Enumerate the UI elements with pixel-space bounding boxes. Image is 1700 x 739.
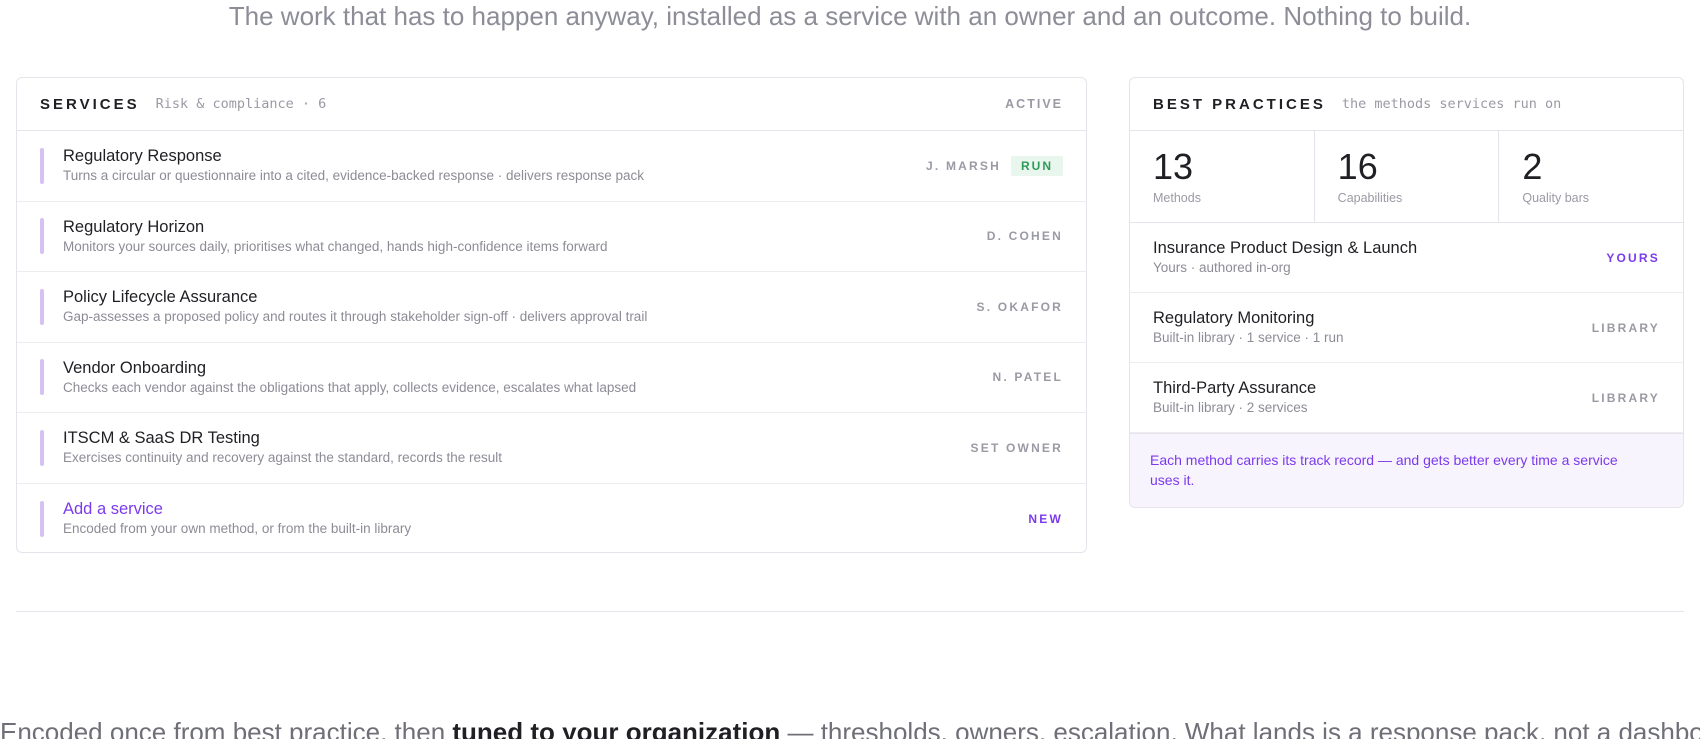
service-row-vendor-onboarding[interactable]: Vendor Onboarding Checks each vendor aga…: [17, 343, 1086, 413]
practices-note: Each method carries its track record — a…: [1130, 433, 1683, 507]
service-row-regulatory-horizon[interactable]: Regulatory Horizon Monitors your sources…: [17, 202, 1086, 272]
practice-tag: YOURS: [1606, 250, 1660, 265]
practice-meta: Yours · authored in-org: [1153, 260, 1291, 275]
practice-meta: Built-in library · 1 service · 1 run: [1153, 330, 1344, 345]
services-subtitle: Risk & compliance · 6: [155, 96, 327, 112]
service-name: Regulatory Horizon: [63, 217, 205, 236]
stat-methods: 13 Methods: [1130, 131, 1315, 222]
service-owner[interactable]: S. OKAFOR: [977, 300, 1063, 314]
service-accent-bar: [40, 288, 44, 325]
run-badge[interactable]: RUN: [1011, 155, 1063, 176]
practice-name: Insurance Product Design & Launch: [1153, 239, 1418, 257]
services-status[interactable]: ACTIVE: [1005, 97, 1063, 111]
practices-header: BEST PRACTICES the methods services run …: [1130, 78, 1683, 131]
service-description: Gap-assesses a proposed policy and route…: [63, 309, 648, 325]
page-tagline: The work that has to happen anyway, inst…: [228, 1, 1472, 31]
bottom-text-before: Encoded once from best practice, then: [0, 717, 453, 739]
practice-name: Regulatory Monitoring: [1153, 309, 1315, 327]
service-owner[interactable]: N. PATEL: [993, 370, 1064, 384]
practice-meta: Built-in library · 2 services: [1153, 400, 1308, 415]
practices-stats: 13 Methods 16 Capabilities 2 Quality bar…: [1130, 131, 1683, 223]
add-service-row[interactable]: Add a service Encoded from your own meth…: [17, 484, 1086, 553]
stat-value: 13: [1153, 146, 1194, 187]
stat-value: 16: [1337, 146, 1378, 187]
service-name: Vendor Onboarding: [63, 358, 207, 377]
service-accent-bar: [40, 500, 44, 537]
best-practices-panel: BEST PRACTICES the methods services run …: [1129, 77, 1684, 508]
service-accent-bar: [40, 218, 44, 255]
service-description: Checks each vendor against the obligatio…: [63, 379, 637, 395]
add-service-link[interactable]: Add a service: [63, 499, 1028, 519]
practice-tag: LIBRARY: [1591, 320, 1660, 335]
stat-label: Capabilities: [1337, 191, 1403, 205]
practices-subtitle: the methods services run on: [1341, 96, 1562, 112]
service-name: Policy Lifecycle Assurance: [63, 288, 258, 307]
service-accent-bar: [40, 147, 44, 184]
bottom-statement: Encoded once from best practice, then tu…: [0, 716, 1700, 739]
service-description: Monitors your sources daily, prioritises…: [63, 238, 608, 254]
service-name: Regulatory Response: [63, 147, 222, 166]
service-accent-bar: [40, 429, 44, 466]
bottom-text-emphasis: tuned to your organization: [452, 717, 781, 739]
bottom-text-after: — thresholds, owners, escalation. What l…: [780, 717, 1700, 739]
service-row-itscm-dr-testing[interactable]: ITSCM & SaaS DR Testing Exercises contin…: [17, 413, 1086, 484]
service-row-regulatory-response[interactable]: Regulatory Response Turns a circular or …: [17, 131, 1086, 202]
service-name: ITSCM & SaaS DR Testing: [63, 429, 260, 448]
service-description: Turns a circular or questionnaire into a…: [63, 168, 645, 184]
service-accent-bar: [40, 359, 44, 396]
practices-title: BEST PRACTICES: [1153, 95, 1326, 113]
services-title: SERVICES: [40, 95, 140, 113]
section-divider: [16, 611, 1684, 612]
service-owner[interactable]: D. COHEN: [987, 229, 1063, 243]
service-description: Encoded from your own method, or from th…: [63, 521, 412, 537]
set-owner-button[interactable]: SET OWNER: [971, 441, 1063, 455]
practice-row-insurance-product[interactable]: Insurance Product Design & Launch Yours …: [1130, 223, 1683, 293]
service-owner[interactable]: J. MARSH: [926, 159, 1001, 173]
service-description: Exercises continuity and recovery agains…: [63, 450, 502, 466]
stat-capabilities: 16 Capabilities: [1315, 131, 1500, 222]
practice-row-third-party-assurance[interactable]: Third-Party Assurance Built-in library ·…: [1130, 363, 1683, 433]
practice-row-regulatory-monitoring[interactable]: Regulatory Monitoring Built-in library ·…: [1130, 293, 1683, 363]
service-row-policy-lifecycle[interactable]: Policy Lifecycle Assurance Gap-assesses …: [17, 272, 1086, 343]
practice-name: Third-Party Assurance: [1153, 379, 1317, 397]
stat-label: Quality bars: [1522, 191, 1590, 205]
services-header: SERVICES Risk & compliance · 6 ACTIVE: [17, 78, 1086, 131]
services-panel: SERVICES Risk & compliance · 6 ACTIVE Re…: [16, 77, 1087, 553]
stat-label: Methods: [1153, 191, 1201, 205]
new-badge: NEW: [1028, 511, 1063, 526]
stat-value: 2: [1522, 146, 1543, 187]
stat-quality-bars: 2 Quality bars: [1499, 131, 1683, 222]
practice-tag: LIBRARY: [1591, 390, 1660, 405]
